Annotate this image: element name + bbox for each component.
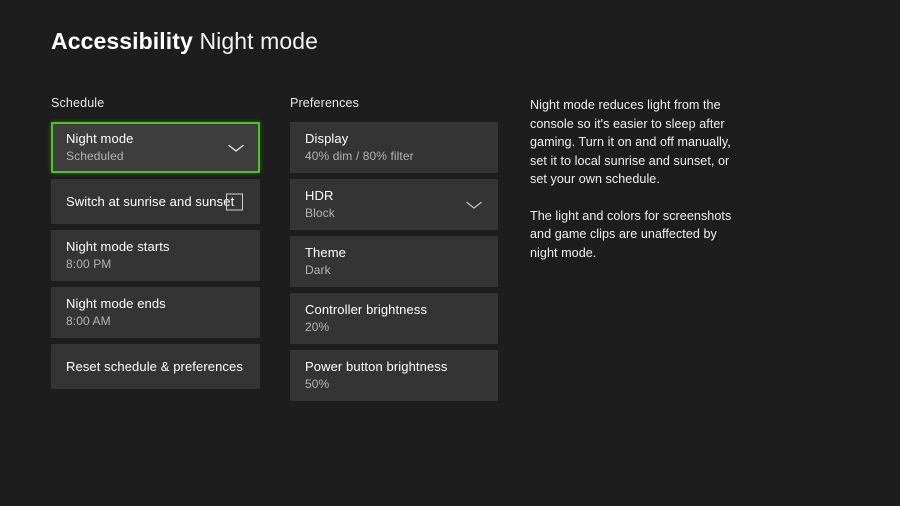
tile-title: Theme bbox=[305, 245, 346, 260]
tile-value: 20% bbox=[305, 320, 330, 334]
tile-title: Reset schedule & preferences bbox=[66, 358, 243, 374]
chevron-down-icon[interactable] bbox=[227, 142, 245, 154]
page-title-text: Night mode bbox=[199, 28, 319, 54]
setting-tile-theme[interactable]: Theme Dark bbox=[290, 236, 498, 287]
tile-value: 8:00 AM bbox=[66, 314, 111, 328]
tile-title: Controller brightness bbox=[305, 302, 428, 317]
setting-tile-display[interactable]: Display 40% dim / 80% filter bbox=[290, 122, 498, 173]
tile-title: Night mode bbox=[66, 131, 134, 146]
tile-title: Night mode starts bbox=[66, 239, 170, 254]
setting-tile-controller-brightness[interactable]: Controller brightness 20% bbox=[290, 293, 498, 344]
tile-title: HDR bbox=[305, 188, 334, 203]
setting-tile-reset-schedule-and-preferences[interactable]: Reset schedule & preferences bbox=[51, 344, 260, 389]
description-paragraph: Night mode reduces light from the consol… bbox=[530, 98, 731, 186]
tile-title: Night mode ends bbox=[66, 296, 166, 311]
tile-title: Switch at sunrise and sunset bbox=[66, 193, 235, 209]
setting-tile-switch-at-sunrise-and-sunset[interactable]: Switch at sunrise and sunset bbox=[51, 179, 260, 224]
setting-tile-night-mode-starts[interactable]: Night mode starts 8:00 PM bbox=[51, 230, 260, 281]
chevron-down-icon[interactable] bbox=[465, 199, 483, 211]
description-paragraph: The light and colors for screenshots and… bbox=[530, 208, 732, 260]
description-panel: Night mode reduces light from the consol… bbox=[530, 96, 735, 262]
setting-tile-night-mode[interactable]: Night mode Scheduled bbox=[51, 122, 260, 173]
checkbox-unchecked-icon[interactable] bbox=[226, 193, 243, 210]
tile-value: Dark bbox=[305, 263, 331, 277]
setting-tile-hdr[interactable]: HDR Block bbox=[290, 179, 498, 230]
tile-value: 8:00 PM bbox=[66, 257, 112, 271]
tile-value: Scheduled bbox=[66, 149, 124, 163]
preferences-column: Preferences Display 40% dim / 80% filter… bbox=[290, 96, 498, 407]
setting-tile-power-button-brightness[interactable]: Power button brightness 50% bbox=[290, 350, 498, 401]
schedule-column: Schedule Night mode Scheduled Switch at … bbox=[51, 96, 260, 395]
page-title: Accessibility Night mode bbox=[51, 26, 318, 56]
tile-value: Block bbox=[305, 206, 335, 220]
preferences-heading: Preferences bbox=[290, 96, 360, 110]
tile-value: 50% bbox=[305, 377, 330, 391]
tile-title: Power button brightness bbox=[305, 359, 448, 374]
tile-title: Display bbox=[305, 131, 349, 146]
breadcrumb-section: Accessibility bbox=[51, 28, 193, 54]
schedule-heading: Schedule bbox=[51, 96, 105, 110]
tile-value: 40% dim / 80% filter bbox=[305, 149, 414, 163]
setting-tile-night-mode-ends[interactable]: Night mode ends 8:00 AM bbox=[51, 287, 260, 338]
